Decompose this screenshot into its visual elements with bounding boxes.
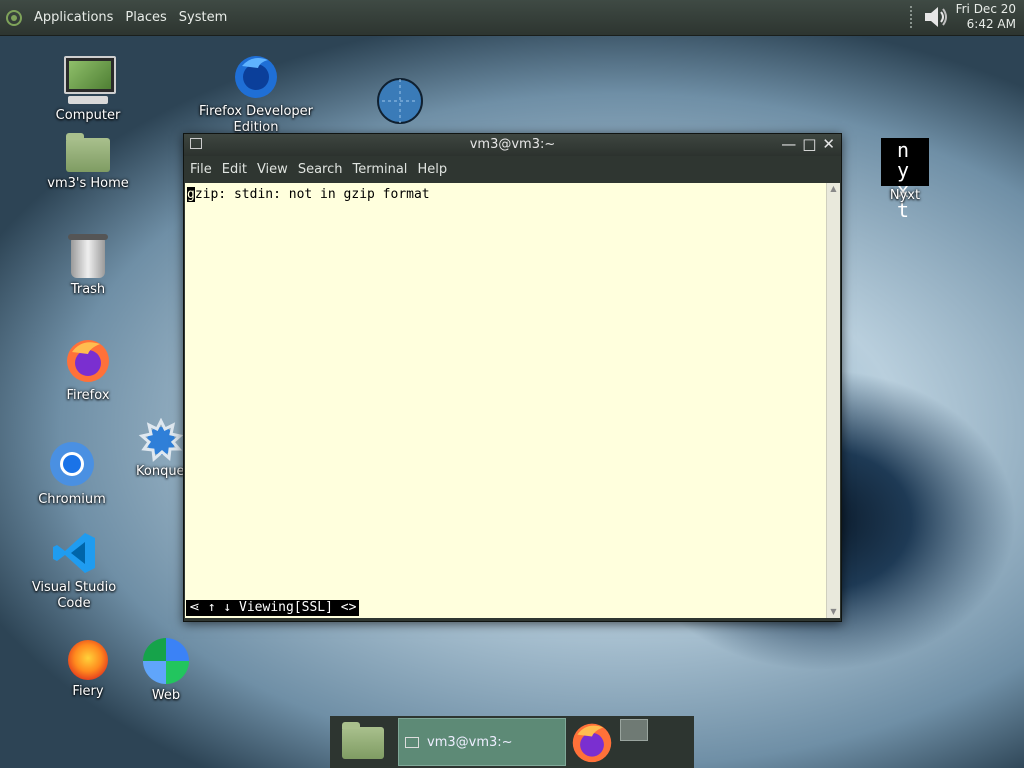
- computer-icon: [64, 56, 116, 104]
- menu-edit[interactable]: Edit: [222, 162, 247, 177]
- firefox-launcher-icon[interactable]: [570, 720, 614, 764]
- desktop-icon-label: Nyxt: [889, 188, 921, 203]
- desktop-icon-label: Visual Studio Code: [31, 580, 117, 611]
- nyxt-logo-line-1: n y: [896, 138, 914, 182]
- minimize-icon[interactable]: —: [781, 135, 796, 153]
- volume-icon[interactable]: [922, 4, 950, 30]
- nyxt-icon[interactable]: n y x t: [881, 138, 929, 220]
- bottom-panel: vm3@vm3:~: [330, 716, 694, 768]
- panel-handle[interactable]: [909, 6, 916, 28]
- chromium-icon: [50, 442, 94, 486]
- scroll-up-icon[interactable]: ▲: [827, 183, 840, 195]
- maximize-icon[interactable]: □: [802, 135, 816, 153]
- menu-view[interactable]: View: [257, 162, 288, 177]
- trash-icon: [68, 234, 108, 278]
- firefox-developer-icon: [235, 56, 277, 98]
- scroll-down-icon[interactable]: ▼: [827, 606, 840, 618]
- show-desktop-icon[interactable]: [620, 719, 648, 741]
- desktop-icon-home[interactable]: vm3's Home: [28, 133, 148, 192]
- menu-search[interactable]: Search: [298, 162, 343, 177]
- distro-logo-icon[interactable]: [6, 9, 22, 26]
- desktop-icon-label: Trash: [70, 282, 106, 297]
- text-cursor: g: [187, 187, 195, 202]
- main-menu: Applications Places System: [6, 0, 227, 35]
- system-menu[interactable]: System: [179, 10, 227, 25]
- clock-date: Fri Dec 20: [955, 2, 1016, 16]
- clock[interactable]: Fri Dec 20 6:42 AM: [956, 2, 1016, 32]
- desktop-icon-firefox-developer[interactable]: Firefox Developer Edition: [196, 52, 316, 136]
- terminal-icon: [405, 736, 419, 748]
- folder-icon: [342, 722, 384, 759]
- desktop-icon-label: Konque: [136, 464, 185, 479]
- taskbar-item-label: vm3@vm3:~: [427, 734, 513, 750]
- tray: Fri Dec 20 6:42 AM: [909, 2, 1016, 32]
- places-menu[interactable]: Places: [125, 10, 166, 25]
- desktop-icon-label: vm3's Home: [47, 176, 129, 191]
- desktop-icon-label: Firefox: [66, 388, 110, 403]
- desktop-icon-label: Computer: [55, 108, 121, 123]
- desktop-icon-label: Web: [151, 688, 181, 703]
- terminal-output-line: gzip: stdin: not in gzip format: [187, 187, 430, 202]
- close-icon[interactable]: ✕: [822, 135, 835, 153]
- desktop-icon-computer[interactable]: Computer: [28, 56, 148, 124]
- terminal-window[interactable]: vm3@vm3:~ — □ ✕ File Edit View Search Te…: [183, 133, 842, 622]
- vscode-icon: [53, 533, 95, 573]
- desktop-icon-nyxt-label: Nyxt: [845, 188, 965, 204]
- web-browser-icon: [143, 638, 189, 684]
- clock-time: 6:42 AM: [966, 17, 1016, 31]
- terminal-menubar: File Edit View Search Terminal Help: [184, 156, 841, 182]
- applications-menu[interactable]: Applications: [34, 10, 113, 25]
- file-manager-launcher[interactable]: [342, 721, 384, 759]
- menu-terminal[interactable]: Terminal: [352, 162, 407, 177]
- menu-file[interactable]: File: [190, 162, 212, 177]
- desktop-icon-firefox[interactable]: Firefox: [28, 336, 148, 404]
- desktop-icon-konqueror[interactable]: Konque: [100, 418, 190, 480]
- status-line: ⋖ ↑ ↓ Viewing[SSL] <>: [186, 600, 360, 616]
- desktop-icon-label: Chromium: [38, 492, 106, 507]
- desktop-icon-web[interactable]: Web: [106, 638, 226, 704]
- desktop-icon-trash[interactable]: Trash: [28, 234, 148, 298]
- window-title: vm3@vm3:~: [469, 137, 556, 152]
- konqueror-icon: [138, 418, 184, 463]
- firefox-icon: [67, 340, 109, 382]
- scrollbar[interactable]: ▲ ▼: [826, 183, 840, 618]
- menu-help[interactable]: Help: [417, 162, 447, 177]
- taskbar-item-terminal[interactable]: vm3@vm3:~: [398, 718, 566, 766]
- window-titlebar[interactable]: vm3@vm3:~ — □ ✕: [184, 134, 841, 156]
- terminal-screen[interactable]: gzip: stdin: not in gzip format ⋖ ↑ ↓ Vi…: [185, 183, 827, 618]
- desktop-icon-label: Firefox Developer: [198, 104, 314, 119]
- output-text: zip: stdin: not in gzip format: [194, 187, 430, 202]
- fiery-icon: [68, 640, 108, 680]
- globe-app-icon[interactable]: [376, 77, 424, 125]
- desktop-icon-vscode[interactable]: Visual Studio Code: [14, 530, 134, 612]
- home-folder-icon: [66, 133, 110, 172]
- top-panel: Applications Places System Fri Dec 20 6:…: [0, 0, 1024, 35]
